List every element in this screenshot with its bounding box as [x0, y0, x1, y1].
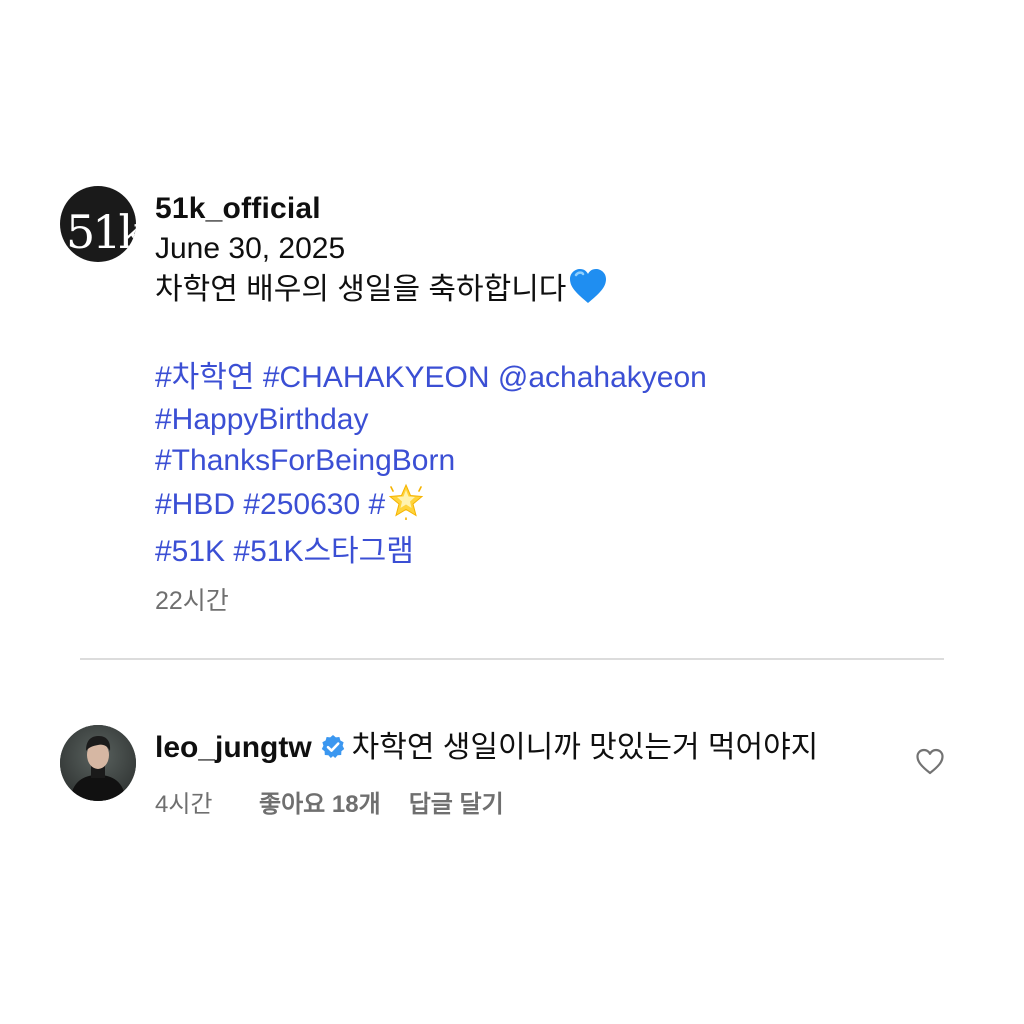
avatar-logo-text: 51k [66, 205, 136, 259]
comment-timestamp: 4시간 [155, 791, 213, 818]
heart-outline-icon[interactable] [915, 747, 945, 777]
hashtag-line-3[interactable]: #ThanksForBeingBorn [155, 440, 935, 482]
hashtag-line-4-text[interactable]: #HBD #250630 # [155, 488, 385, 521]
post-timestamp: 22시간 [155, 586, 229, 615]
caption-message: 차학연 배우의 생일을 축하합니다 [155, 273, 567, 306]
comment-username[interactable]: leo_jungtw [155, 731, 312, 764]
comment-content: leo_jungtw 차학연 생일이니까 맛있는거 먹어야지 4시간 좋아요 18개… [155, 727, 875, 819]
comment-likes-link[interactable]: 좋아요 18개 [259, 784, 381, 819]
post-content: 51k_official June 30, 2025 차학연 배우의 생일을 축… [155, 190, 935, 617]
comment-text: 차학연 생일이니까 맛있는거 먹어야지 [351, 731, 819, 764]
hashtag-line-1[interactable]: #차학연 #CHAHAKYEON @achahakyeon [155, 357, 935, 399]
comment-text-row: leo_jungtw 차학연 생일이니까 맛있는거 먹어야지 [155, 727, 875, 772]
reply-button[interactable]: 답글 달기 [409, 784, 504, 819]
person-portrait-icon [60, 725, 136, 801]
hashtag-line-2[interactable]: #HappyBirthday [155, 399, 935, 441]
post-username[interactable]: 51k_official [155, 190, 935, 228]
caption-date: June 30, 2025 [155, 232, 346, 265]
account-avatar[interactable]: 51k [60, 186, 136, 262]
glowing-star-icon [387, 482, 425, 532]
hashtag-line-5[interactable]: #51K #51K스타그램 [155, 531, 935, 573]
section-divider [80, 658, 944, 660]
blue-heart-icon [568, 269, 608, 316]
verified-badge-icon [320, 730, 346, 772]
51k-logo-icon: 51k [66, 205, 136, 259]
comment-meta: 4시간 좋아요 18개 답글 달기 [155, 784, 875, 819]
hashtag-line-4[interactable]: #HBD #250630 # [155, 482, 935, 532]
commenter-avatar[interactable] [60, 725, 136, 801]
caption-text: 차학연 배우의 생일을 축하합니다 [155, 269, 935, 316]
